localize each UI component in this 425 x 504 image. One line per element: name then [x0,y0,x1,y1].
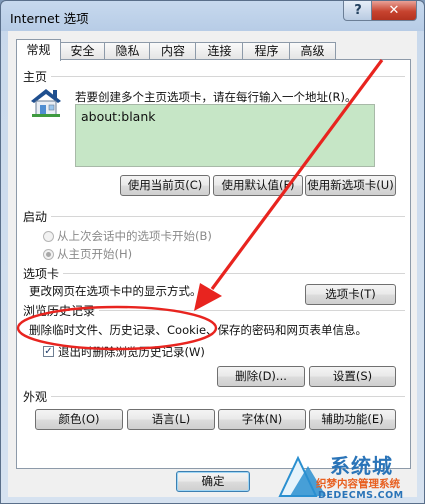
home-description: 若要创建多个主页选项卡，请在每行输入一个地址(R)。 [75,90,357,104]
tab-programs[interactable]: 程序 [242,42,291,60]
ok-button[interactable]: 确定 [176,471,250,492]
tab-security[interactable]: 安全 [59,42,106,60]
watermark-subtitle: 织梦内容管理系统 [316,478,400,490]
title-bar[interactable]: Internet 选项 ? ✕ [1,1,424,31]
use-new-tab-button[interactable]: 使用新选项卡(U) [305,175,396,196]
home-page-url: about:blank [81,109,156,124]
startup-last-session-radio[interactable] [43,231,54,242]
delete-on-exit-checkbox[interactable]: ✓ [43,346,54,357]
site-watermark: 系统城 织梦内容管理系统 DEDECMS.COM [278,452,425,504]
fonts-button[interactable]: 字体(N) [218,409,306,430]
tabs-description: 更改网页在选项卡中的显示方式。 [29,284,202,298]
checkmark-icon: ✓ [44,346,53,357]
use-default-button[interactable]: 使用默认值(F) [213,175,303,196]
history-divider [99,310,405,311]
startup-last-session-label: 从上次会话中的选项卡开始(B) [57,229,212,243]
home-section-heading: 主页 [23,70,48,84]
tabs-settings-button[interactable]: 选项卡(T) [305,284,396,305]
general-tab-panel: 主页 若要创建多个主页选项卡，请在每行输入一个地址(R)。 about:blan… [16,59,411,469]
use-current-button[interactable]: 使用当前页(C) [120,175,210,196]
home-page-url-field[interactable]: about:blank [75,104,375,167]
dialog-client: 常规 安全 隐私 内容 连接 程序 高级 主页 若要创建多个主页选项卡，请在每行… [8,31,417,497]
tab-privacy[interactable]: 隐私 [104,42,151,60]
tabs-divider [63,273,405,274]
history-section-heading: 浏览历史记录 [23,304,96,318]
tab-general[interactable]: 常规 [16,39,61,61]
startup-home-radio[interactable] [43,249,54,260]
startup-home-label: 从主页开始(H) [57,247,133,261]
internet-options-window: Internet 选项 ? ✕ 常规 安全 隐私 内容 连接 程序 高级 主页 [0,0,425,504]
startup-divider [51,216,405,217]
appearance-section-heading: 外观 [23,390,48,404]
question-icon: ? [354,3,362,18]
accessibility-button[interactable]: 辅助功能(E) [309,409,396,430]
close-button[interactable]: ✕ [371,1,417,21]
window-title: Internet 选项 [10,11,89,26]
tabs-section-heading: 选项卡 [23,267,60,281]
close-icon: ✕ [388,3,400,18]
delete-history-button[interactable]: 删除(D)... [217,366,305,387]
watermark-domain: DEDECMS.COM [318,490,404,501]
colors-button[interactable]: 颜色(O) [35,409,123,430]
tab-content[interactable]: 内容 [149,42,197,60]
startup-section-heading: 启动 [23,210,48,224]
help-button[interactable]: ? [343,1,373,21]
languages-button[interactable]: 语言(L) [127,409,215,430]
history-settings-button[interactable]: 设置(S) [309,366,396,387]
home-house-icon [29,86,63,118]
tab-connections[interactable]: 连接 [195,42,244,60]
home-divider [51,76,405,77]
delete-on-exit-label: 退出时删除浏览历史记录(W) [58,345,205,359]
history-description: 删除临时文件、历史记录、Cookie、保存的密码和网页表单信息。 [29,323,368,337]
watermark-title: 系统城 [330,454,393,478]
appearance-divider [51,396,405,397]
tab-advanced[interactable]: 高级 [289,42,336,60]
